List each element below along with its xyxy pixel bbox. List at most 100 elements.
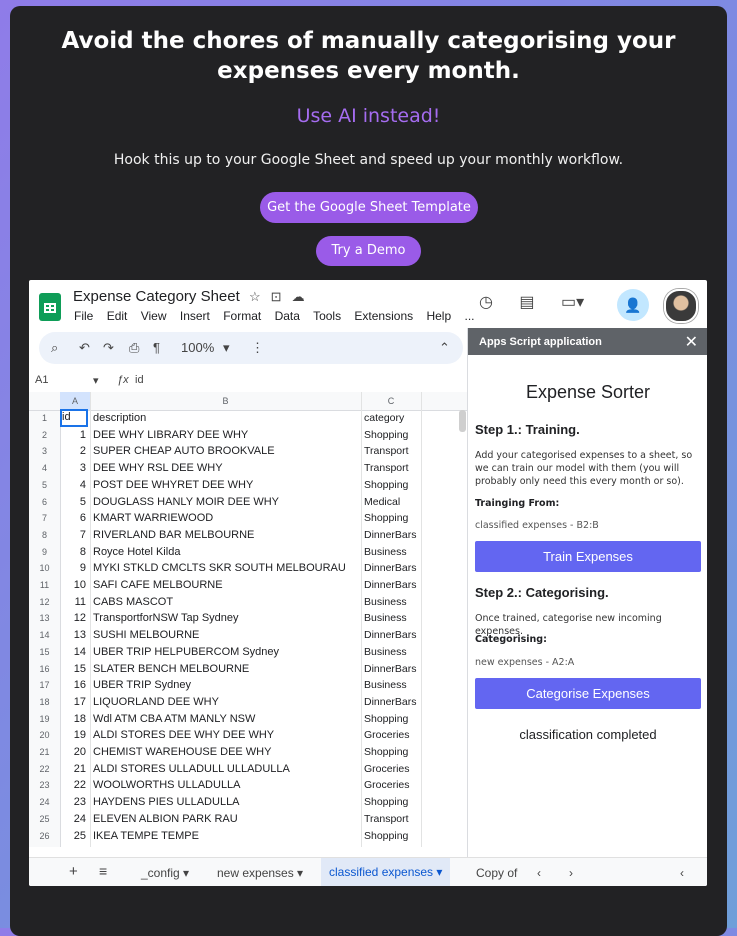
row-number[interactable]: 16 [29, 664, 60, 674]
row-number[interactable]: 26 [29, 831, 60, 841]
cell-id[interactable]: 9 [60, 562, 86, 574]
table-row[interactable]: 5 4 POST DEE WHYRET DEE WHY Shopping [29, 477, 467, 494]
cell-id[interactable]: 13 [60, 629, 86, 641]
row-number[interactable]: 13 [29, 613, 60, 623]
column-header-d[interactable] [421, 392, 467, 411]
cell-id[interactable]: 15 [60, 663, 86, 675]
cell-id[interactable]: 17 [60, 696, 86, 708]
table-row[interactable]: 8 7 RIVERLAND BAR MELBOURNE DinnerBars [29, 527, 467, 544]
menu-help[interactable]: Help [426, 309, 451, 323]
chevron-down-icon[interactable]: ▾ [223, 340, 230, 356]
cell-description[interactable]: SLATER BENCH MELBOURNE [93, 663, 363, 675]
avatar[interactable] [664, 289, 698, 323]
cell-id[interactable]: 3 [60, 462, 86, 474]
tab-new-expenses[interactable]: new expenses ▾ [217, 866, 303, 880]
cell-id[interactable]: 24 [60, 813, 86, 825]
table-row[interactable]: 12 11 CABS MASCOT Business [29, 594, 467, 611]
cell-category[interactable]: Shopping [364, 796, 426, 808]
cell-description[interactable]: description [93, 412, 363, 424]
row-number[interactable]: 21 [29, 747, 60, 757]
cell-id[interactable]: 21 [60, 763, 86, 775]
more-vert-icon[interactable]: ⋮ [251, 340, 264, 356]
cell-category[interactable]: DinnerBars [364, 696, 426, 708]
row-number[interactable]: 10 [29, 563, 60, 573]
cell-category[interactable]: Shopping [364, 479, 426, 491]
cell-category[interactable]: Shopping [364, 713, 426, 725]
row-number[interactable]: 15 [29, 647, 60, 657]
chevron-down-icon[interactable]: ▾ [93, 374, 99, 387]
table-row[interactable]: 16 15 SLATER BENCH MELBOURNE DinnerBars [29, 661, 467, 678]
menu-edit[interactable]: Edit [107, 309, 128, 323]
cell-id[interactable]: 19 [60, 729, 86, 741]
paint-format-icon[interactable]: ¶ [153, 340, 160, 355]
cell-category[interactable]: Groceries [364, 729, 426, 741]
print-icon[interactable]: ⎙ [129, 340, 139, 356]
tab-config[interactable]: _config ▾ [141, 866, 189, 880]
cell-id[interactable]: 22 [60, 779, 86, 791]
cell-reference[interactable]: A1 [35, 374, 48, 386]
cell-id[interactable]: 2 [60, 445, 86, 457]
table-row[interactable]: 14 13 SUSHI MELBOURNE DinnerBars [29, 627, 467, 644]
row-number[interactable]: 20 [29, 730, 60, 740]
cell-id[interactable]: 14 [60, 646, 86, 658]
cell-category[interactable]: DinnerBars [364, 562, 426, 574]
folder-icon[interactable]: ⊡ [271, 289, 292, 304]
table-row[interactable]: 2 1 DEE WHY LIBRARY DEE WHY Shopping [29, 427, 467, 444]
menu-insert[interactable]: Insert [180, 309, 210, 323]
cell-category[interactable]: Shopping [364, 746, 426, 758]
search-icon[interactable]: ⌕ [51, 340, 58, 356]
row-number[interactable]: 8 [29, 530, 60, 540]
row-number[interactable]: 6 [29, 497, 60, 507]
table-row[interactable]: 15 14 UBER TRIP HELPUBERCOM Sydney Business [29, 644, 467, 661]
table-row[interactable]: 6 5 DOUGLASS HANLY MOIR DEE WHY Medical [29, 494, 467, 511]
row-number[interactable]: 11 [29, 580, 60, 590]
cell-description[interactable]: HAYDENS PIES ULLADULLA [93, 796, 363, 808]
chevron-left-icon[interactable]: ‹ [537, 866, 541, 880]
cell-category[interactable]: Medical [364, 496, 426, 508]
cell-id[interactable]: 25 [60, 830, 86, 842]
get-template-button[interactable]: Get the Google Sheet Template [260, 192, 478, 223]
train-expenses-button[interactable]: Train Expenses [475, 541, 701, 572]
cell-id[interactable]: 5 [60, 496, 86, 508]
tab-classified-expenses[interactable]: classified expenses ▾ [321, 858, 451, 886]
doc-title[interactable]: Expense Category Sheet [73, 288, 240, 305]
cell-description[interactable]: MYKI STKLD CMCLTS SKR SOUTH MELBOURAU [93, 562, 363, 574]
cell-category[interactable]: Business [364, 596, 426, 608]
cell-description[interactable]: WOOLWORTHS ULLADULLA [93, 779, 363, 791]
cell-id[interactable]: 7 [60, 529, 86, 541]
row-number[interactable]: 19 [29, 714, 60, 724]
row-number[interactable]: 17 [29, 680, 60, 690]
cell-description[interactable]: DEE WHY LIBRARY DEE WHY [93, 429, 363, 441]
cell-description[interactable]: POST DEE WHYRET DEE WHY [93, 479, 363, 491]
cell-category[interactable]: Shopping [364, 512, 426, 524]
cell-description[interactable]: RIVERLAND BAR MELBOURNE [93, 529, 363, 541]
cell-description[interactable]: DEE WHY RSL DEE WHY [93, 462, 363, 474]
row-number[interactable]: 24 [29, 797, 60, 807]
try-demo-button[interactable]: Try a Demo [316, 236, 421, 266]
menu-format[interactable]: Format [223, 309, 261, 323]
cell-description[interactable]: UBER TRIP Sydney [93, 679, 363, 691]
menu-file[interactable]: File [74, 309, 93, 323]
row-number[interactable]: 22 [29, 764, 60, 774]
cell-description[interactable]: ALDI STORES DEE WHY DEE WHY [93, 729, 363, 741]
cell-category[interactable]: category [364, 412, 426, 424]
share-icon[interactable]: 👤 [617, 289, 649, 321]
cell-id[interactable]: 12 [60, 612, 86, 624]
table-row[interactable]: 11 10 SAFI CAFE MELBOURNE DinnerBars [29, 577, 467, 594]
close-icon[interactable]: ✕ [685, 332, 698, 352]
row-number[interactable]: 1 [29, 413, 60, 423]
history-icon[interactable]: ◷ [479, 292, 493, 312]
menu-data[interactable]: Data [275, 309, 300, 323]
zoom-select[interactable]: 100% [181, 340, 214, 355]
cell-description[interactable]: Royce Hotel Kilda [93, 546, 363, 558]
row-number[interactable]: 9 [29, 547, 60, 557]
cell-category[interactable]: Transport [364, 813, 426, 825]
cell-description[interactable]: SUSHI MELBOURNE [93, 629, 363, 641]
cell-category[interactable]: DinnerBars [364, 529, 426, 541]
cell-id[interactable]: 20 [60, 746, 86, 758]
all-sheets-icon[interactable]: ≡ [99, 863, 107, 879]
cell-description[interactable]: CHEMIST WAREHOUSE DEE WHY [93, 746, 363, 758]
cell-category[interactable]: Groceries [364, 763, 426, 775]
cell-category[interactable]: Business [364, 546, 426, 558]
table-row[interactable]: 21 20 CHEMIST WAREHOUSE DEE WHY Shopping [29, 744, 467, 761]
